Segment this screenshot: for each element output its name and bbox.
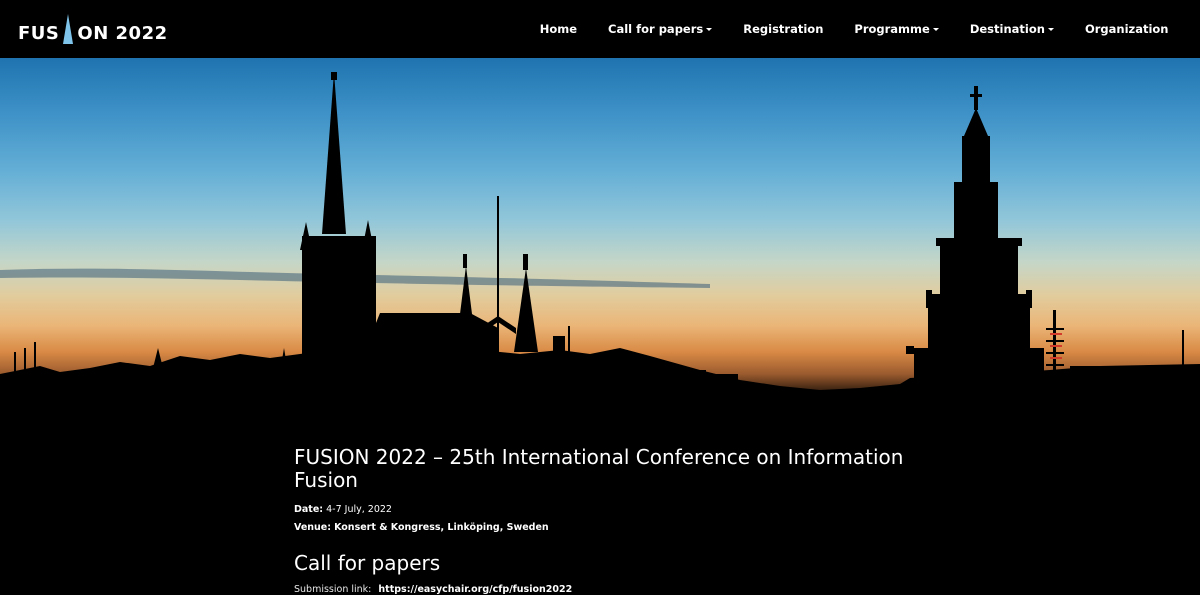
date-value: 4-7 July, 2022 bbox=[326, 504, 392, 515]
venue-line: Venue: Konsert & Kongress, Linköping, Sw… bbox=[294, 519, 904, 537]
nav-registration[interactable]: Registration bbox=[728, 22, 839, 36]
submission-link[interactable]: https://easychair.org/cfp/fusion2022 bbox=[378, 584, 572, 595]
hero-image bbox=[0, 58, 1200, 430]
logo-text-right: ON 2022 bbox=[77, 23, 168, 44]
submission-line: Submission link: https://easychair.org/c… bbox=[294, 584, 904, 595]
nav-organization[interactable]: Organization bbox=[1069, 22, 1184, 36]
navbar: FUS ON 2022 Home Call for papers Registr… bbox=[0, 0, 1200, 58]
skyline-silhouette-image bbox=[0, 72, 1200, 430]
date-label: Date: bbox=[294, 504, 324, 515]
cfp-heading: Call for papers bbox=[294, 551, 441, 575]
caret-down-icon bbox=[932, 27, 939, 31]
nav-call-for-papers[interactable]: Call for papers bbox=[593, 22, 728, 36]
nav-destination[interactable]: Destination bbox=[954, 22, 1069, 36]
main-content: FUSION 2022 – 25th International Confere… bbox=[294, 446, 904, 595]
caret-down-icon bbox=[1047, 27, 1054, 31]
logo-text-left: FUS bbox=[18, 23, 60, 44]
nav-home[interactable]: Home bbox=[524, 22, 592, 36]
event-meta: Date: 4-7 July, 2022 Venue: Konsert & Ko… bbox=[294, 501, 904, 537]
main-nav: Home Call for papers Registration Progra… bbox=[524, 0, 1184, 58]
date-line: Date: 4-7 July, 2022 bbox=[294, 501, 904, 519]
spire-icon bbox=[63, 14, 74, 44]
fusion-logo[interactable]: FUS ON 2022 bbox=[18, 14, 168, 44]
nav-programme[interactable]: Programme bbox=[839, 22, 954, 36]
page-title: FUSION 2022 – 25th International Confere… bbox=[294, 445, 904, 492]
submission-label: Submission link: bbox=[294, 584, 372, 595]
caret-down-icon bbox=[706, 27, 713, 31]
venue-value: Konsert & Kongress, Linköping, Sweden bbox=[334, 522, 549, 533]
venue-label: Venue: bbox=[294, 522, 332, 533]
